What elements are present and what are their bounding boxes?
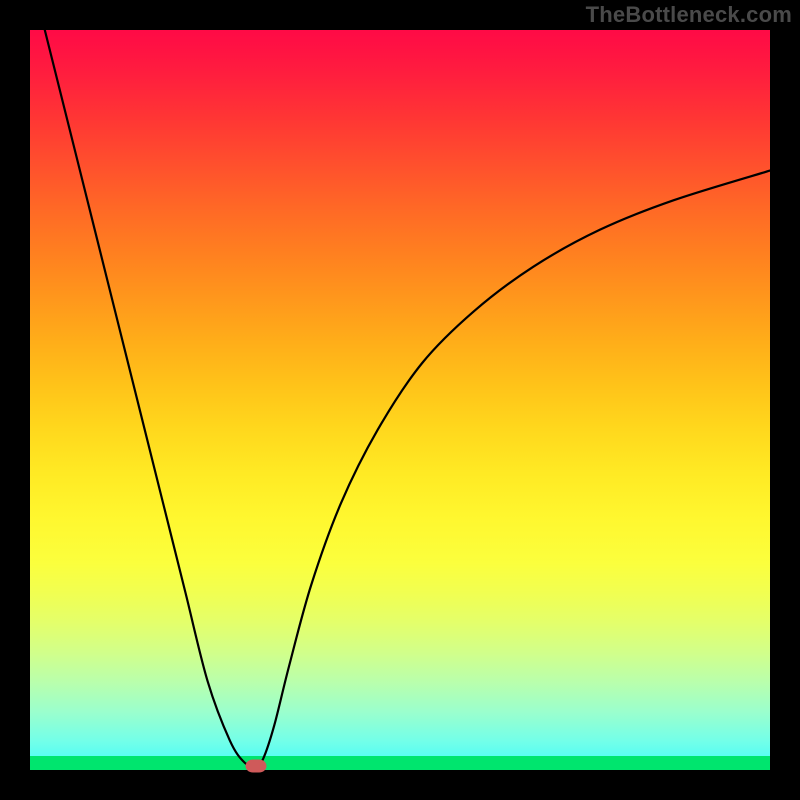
plot-area: [30, 30, 770, 770]
watermark-text: TheBottleneck.com: [586, 2, 792, 28]
curve-svg: [30, 30, 770, 770]
bottleneck-curve: [30, 0, 770, 767]
optimal-point-marker: [245, 760, 266, 773]
chart-frame: TheBottleneck.com: [0, 0, 800, 800]
